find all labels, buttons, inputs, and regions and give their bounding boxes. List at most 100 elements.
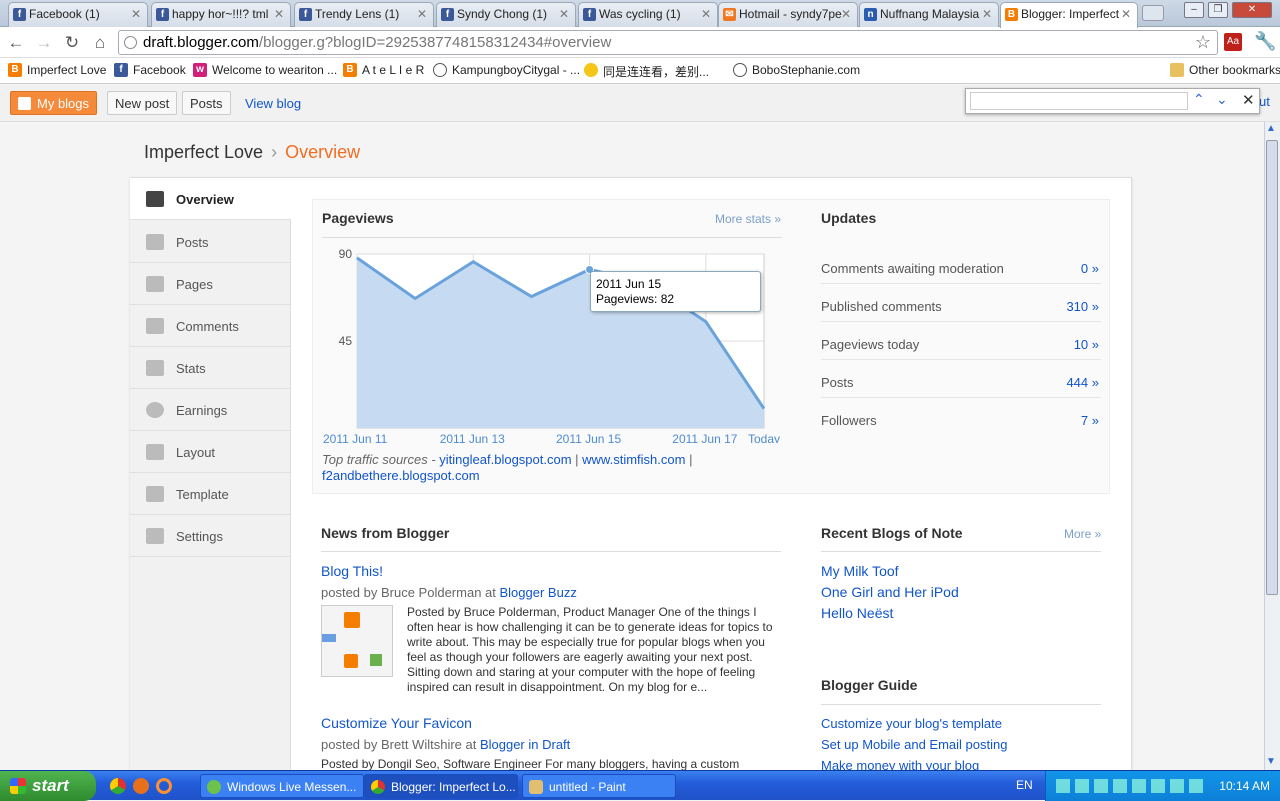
my-blogs-button[interactable]: My blogs xyxy=(10,91,97,115)
traffic-source-link[interactable]: yitingleaf.blogspot.com xyxy=(439,452,571,467)
sidebar-item-stats[interactable]: Stats xyxy=(130,347,290,389)
blog-of-note-link[interactable]: Hello Neëst xyxy=(821,605,893,621)
guide-link[interactable]: Set up Mobile and Email posting xyxy=(821,737,1007,752)
bookmark-bobostephanie[interactable]: BoboStephanie.com xyxy=(733,63,860,77)
chart-tooltip: 2011 Jun 15 Pageviews: 82 xyxy=(590,271,761,312)
bookmark-weariton[interactable]: wWelcome to weariton ... xyxy=(193,63,337,77)
forward-icon[interactable]: → xyxy=(34,33,54,53)
tab-trendy-lens[interactable]: fTrendy Lens (1)✕ xyxy=(294,2,434,27)
scroll-down-icon[interactable]: ▼ xyxy=(1266,756,1276,767)
sidebar-item-overview[interactable]: Overview xyxy=(130,178,291,220)
breadcrumb-blog[interactable]: Imperfect Love xyxy=(144,142,263,162)
find-next-icon[interactable]: ⌄ xyxy=(1216,91,1228,108)
bookmark-lianliankan[interactable]: 同是连连看，差别... xyxy=(584,63,709,80)
task-blogger[interactable]: Blogger: Imperfect Lo... xyxy=(364,774,518,798)
find-input[interactable] xyxy=(970,92,1188,110)
view-blog-link[interactable]: View blog xyxy=(245,96,301,111)
extension-icon[interactable]: Aa xyxy=(1224,33,1242,51)
sidebar-item-template[interactable]: Template xyxy=(130,473,290,515)
start-button[interactable]: start xyxy=(0,771,96,801)
news-item-byline: posted by Brett Wiltshire at Blogger in … xyxy=(321,737,570,752)
windows-logo-icon xyxy=(10,778,26,794)
new-post-button[interactable]: New post xyxy=(107,91,177,115)
wrench-icon[interactable]: 🔧 xyxy=(1254,31,1276,52)
tab-happy-hor[interactable]: fhappy hor~!!!? tml✕ xyxy=(151,2,291,27)
update-row: Followers7 » xyxy=(821,398,1101,436)
blogs-of-note-title: Recent Blogs of Note xyxy=(821,525,963,541)
sidebar-item-layout[interactable]: Layout xyxy=(130,431,290,473)
sidebar-item-pages[interactable]: Pages xyxy=(130,263,290,305)
news-source-link[interactable]: Blogger Buzz xyxy=(500,585,577,600)
guide-link[interactable]: Customize your blog's template xyxy=(821,716,1002,731)
bookmark-kampungboy[interactable]: KampungboyCitygal - ... xyxy=(433,63,580,77)
sign-out-link-fragment[interactable]: ut xyxy=(1259,94,1270,109)
tab-nuffnang[interactable]: nNuffnang Malaysia✕ xyxy=(859,2,999,27)
reload-icon[interactable]: ↻ xyxy=(62,33,82,53)
posts-button[interactable]: Posts xyxy=(182,91,231,115)
x-tick-label: 2011 Jun 13 xyxy=(440,432,505,443)
update-row: Pageviews today10 » xyxy=(821,322,1101,360)
tab-facebook-1[interactable]: fFacebook (1)✕ xyxy=(8,2,148,27)
tab-blogger[interactable]: BBlogger: Imperfect✕ xyxy=(1000,2,1138,28)
close-find-icon[interactable]: ✕ xyxy=(1242,91,1255,109)
more-blogs-link[interactable]: More » xyxy=(1064,527,1101,541)
sidebar-item-comments[interactable]: Comments xyxy=(130,305,290,347)
close-tab-icon[interactable]: ✕ xyxy=(417,7,427,21)
news-item-title[interactable]: Blog This! xyxy=(321,563,383,579)
task-messenger[interactable]: Windows Live Messen... xyxy=(200,774,364,798)
close-tab-icon[interactable]: ✕ xyxy=(1121,7,1131,21)
traffic-source-link[interactable]: www.stimfish.com xyxy=(582,452,685,467)
new-tab-button[interactable] xyxy=(1142,5,1164,21)
divider xyxy=(821,704,1101,705)
news-item-body: Posted by Dongil Seo, Software Engineer … xyxy=(321,757,783,770)
x-tick-label: 2011 Jun 15 xyxy=(556,432,621,443)
close-window-button[interactable]: ✕ xyxy=(1232,2,1272,18)
close-tab-icon[interactable]: ✕ xyxy=(982,7,992,21)
news-source-link[interactable]: Blogger in Draft xyxy=(480,737,570,752)
clock[interactable]: 10:14 AM xyxy=(1219,779,1270,793)
browser-toolbar: ← → ↻ ⌂ draft.blogger.com/blogger.g?blog… xyxy=(0,27,1280,58)
bookmark-imperfect-love[interactable]: BImperfect Love xyxy=(8,63,106,77)
sidebar-item-settings[interactable]: Settings xyxy=(130,515,290,557)
news-item-title[interactable]: Customize Your Favicon xyxy=(321,715,472,731)
chrome-icon[interactable] xyxy=(110,778,126,794)
blog-of-note-link[interactable]: One Girl and Her iPod xyxy=(821,584,959,600)
restore-button[interactable]: ❐ xyxy=(1208,2,1228,18)
firefox-icon[interactable] xyxy=(133,778,149,794)
guide-link[interactable]: Make money with your blog xyxy=(821,758,979,770)
back-icon[interactable]: ← xyxy=(6,33,26,53)
scroll-up-icon[interactable]: ▲ xyxy=(1266,123,1276,134)
other-bookmarks[interactable]: Other bookmarks xyxy=(1170,63,1280,77)
language-indicator[interactable]: EN xyxy=(1016,778,1033,792)
star-icon[interactable]: ☆ xyxy=(1195,32,1211,53)
bookmark-atelier[interactable]: BA t e L I e R xyxy=(343,63,424,77)
task-paint[interactable]: untitled - Paint xyxy=(522,774,676,798)
minimize-button[interactable]: – xyxy=(1184,2,1204,18)
close-tab-icon[interactable]: ✕ xyxy=(701,7,711,21)
blog-of-note-link[interactable]: My Milk Toof xyxy=(821,563,899,579)
close-tab-icon[interactable]: ✕ xyxy=(841,7,851,21)
more-stats-link[interactable]: More stats » xyxy=(715,212,781,226)
y-axis-ticks: 9045 xyxy=(339,247,353,348)
home-icon[interactable]: ⌂ xyxy=(90,33,110,53)
tab-hotmail[interactable]: ✉Hotmail - syndy7pe✕ xyxy=(718,2,858,27)
tab-was-cycling[interactable]: fWas cycling (1)✕ xyxy=(578,2,718,27)
breadcrumb: Imperfect Love›Overview xyxy=(144,142,360,163)
traffic-source-link[interactable]: f2andbethere.blogspot.com xyxy=(322,468,480,483)
bookmark-facebook[interactable]: fFacebook xyxy=(114,63,186,77)
close-tab-icon[interactable]: ✕ xyxy=(131,7,141,21)
sidebar-item-earnings[interactable]: Earnings xyxy=(130,389,290,431)
tray-icons[interactable] xyxy=(1056,779,1206,793)
sidebar-item-posts[interactable]: Posts xyxy=(130,221,290,263)
close-tab-icon[interactable]: ✕ xyxy=(559,7,569,21)
comment-icon xyxy=(146,318,164,334)
quicklaunch-icon[interactable] xyxy=(156,778,172,794)
tab-syndy-chong[interactable]: fSyndy Chong (1)✕ xyxy=(436,2,576,27)
find-previous-icon[interactable]: ⌃ xyxy=(1193,91,1205,108)
scrollbar-thumb[interactable] xyxy=(1266,140,1278,595)
address-bar[interactable]: draft.blogger.com/blogger.g?blogID=29253… xyxy=(118,30,1218,55)
news-item-body: Posted by Bruce Polderman, Product Manag… xyxy=(321,605,783,695)
close-tab-icon[interactable]: ✕ xyxy=(274,7,284,21)
blogger-icon xyxy=(18,97,31,110)
globe-icon xyxy=(433,63,447,77)
